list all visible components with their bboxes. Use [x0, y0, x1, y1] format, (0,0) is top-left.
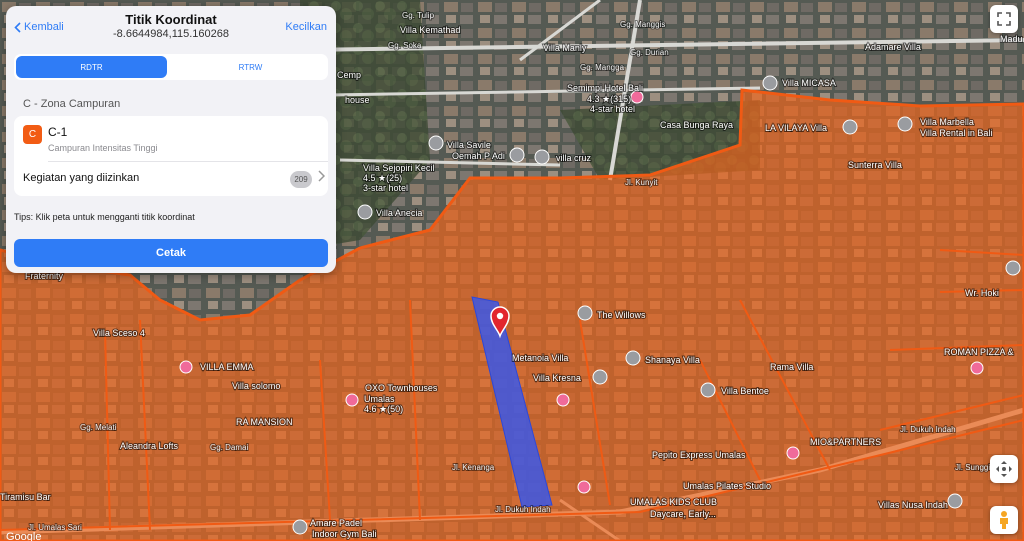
tab-rtrw[interactable]: RTRW: [175, 56, 326, 78]
poi-label: VILLA EMMA: [200, 362, 254, 372]
poi-label: Villa Sejopiri Kecil: [363, 163, 434, 173]
zone-title: C - Zona Campuran: [23, 98, 121, 110]
print-button[interactable]: Cetak: [14, 239, 328, 267]
road-label: Gg. Durian: [630, 48, 669, 57]
fullscreen-button[interactable]: [990, 5, 1018, 33]
poi-label: Villas Nusa Indah: [878, 500, 948, 510]
road-label: Jl. Kenanga: [452, 463, 495, 472]
poi-label: Villa Savile: [447, 140, 491, 150]
street-view-button[interactable]: [990, 506, 1018, 534]
poi-label: Indoor Gym Bali: [312, 529, 377, 539]
poi-label: house: [345, 95, 370, 105]
poi-label: 4-star hotel: [590, 104, 635, 114]
poi-label: Villa Marbella: [920, 117, 974, 127]
poi-label: Villa solomo: [232, 381, 280, 391]
poi-label: Wr. Hoki: [965, 288, 999, 298]
poi-label: Amare Padel: [310, 518, 362, 528]
poi-label: ROMAN PIZZA &: [944, 347, 1014, 357]
poi-label: Oemah P Adi: [452, 151, 505, 161]
poi-label: OXO Townhouses: [365, 383, 438, 393]
poi-label: LA VILAYA Villa: [765, 123, 827, 133]
poi-label: Villa Sceso 4: [93, 328, 145, 338]
road-label: Gg. Damai: [210, 443, 248, 452]
pegman-icon: [1000, 511, 1008, 529]
poi-label: Umalas Pilates Studio: [683, 481, 771, 491]
road-label: Jl. Kunyit: [625, 178, 658, 187]
activity-count-badge: 209: [290, 171, 312, 188]
plan-type-segmented-control: RDTR RTRW: [14, 54, 328, 80]
poi-label: Pepito Express Umalas: [652, 450, 746, 460]
road-label: Gg. Melati: [80, 423, 117, 432]
permitted-activities-row[interactable]: Kegiatan yang diizinkan 209: [14, 162, 328, 196]
poi-label: Shanaya Villa: [645, 355, 700, 365]
move-arrows-icon: [996, 461, 1012, 477]
poi-label: Villa MICASA: [782, 78, 836, 88]
road-label: Gg. Manggis: [620, 20, 665, 29]
poi-label: UMALAS KIDS CLUB: [630, 497, 717, 507]
permitted-activities-label: Kegiatan yang diizinkan: [23, 172, 140, 184]
poi-label: The Willows: [597, 310, 646, 320]
zone-badge: C: [23, 125, 42, 144]
poi-label: Villa Anecia: [376, 208, 422, 218]
poi-label: Metanoia Villa: [512, 353, 568, 363]
road-label: Jl. Sunggi: [955, 463, 990, 472]
poi-label: Semimpi Hotel Bali: [567, 83, 643, 93]
poi-label: MIO&PARTNERS: [810, 437, 881, 447]
poi-label: 4.6 ★(50): [364, 404, 403, 414]
poi-label: Umalas: [364, 394, 395, 404]
coordinate-panel: Kembali Titik Koordinat -8.6644984,115.1…: [6, 6, 336, 273]
google-logo: Google: [6, 531, 41, 541]
poi-label: Villa Kresna: [533, 373, 581, 383]
poi-label: Cemp: [337, 70, 361, 80]
minimize-button[interactable]: Kecilkan: [285, 21, 327, 33]
poi-label: Adamare Villa: [865, 42, 921, 52]
poi-label: 3-star hotel: [363, 183, 408, 193]
poi-label: 4.3 ★(315): [587, 94, 631, 104]
poi-label: Sunterra Villa: [848, 160, 902, 170]
poi-label: Casa Bunga Raya: [660, 120, 733, 130]
poi-label: Daycare, Early...: [650, 509, 716, 519]
poi-label: Rama Villa: [770, 362, 813, 372]
road-label: Gg. Tulip: [402, 11, 435, 20]
poi-label: RA MANSION: [236, 417, 293, 427]
poi-label: villa cruz: [556, 153, 592, 163]
poi-label: Tiramisu Bar: [0, 492, 51, 502]
poi-label: Aleandra Lofts: [120, 441, 179, 451]
tips-text: Tips: Klik peta untuk mengganti titik ko…: [14, 212, 195, 222]
subzone-description: Campuran Intensitas Tinggi: [48, 143, 158, 153]
pan-control-button[interactable]: [990, 455, 1018, 483]
poi-label: Villa Manly: [543, 43, 587, 53]
fullscreen-icon: [997, 12, 1011, 26]
poi-label: Villa Bentoe: [721, 386, 769, 396]
poi-label: Madu: [1000, 34, 1023, 44]
road-label: Gg. Mangga: [580, 63, 625, 72]
chevron-right-icon: [318, 170, 325, 182]
road-label: Jl. Dukuh Indah: [495, 505, 551, 514]
road-label: Jl. Dukuh Indah: [900, 425, 956, 434]
road-label: Gg. Soka: [388, 41, 422, 50]
subzone-name: C-1: [48, 125, 68, 139]
zone-detail-card: C C-1 Campuran Intensitas Tinggi Kegiata…: [14, 116, 328, 196]
poi-label: Villa Rental in Bali: [920, 128, 992, 138]
tab-rdtr[interactable]: RDTR: [16, 56, 167, 78]
poi-label: Villa Kemathad: [400, 25, 460, 35]
poi-label: 4.5 ★(25): [363, 173, 402, 183]
